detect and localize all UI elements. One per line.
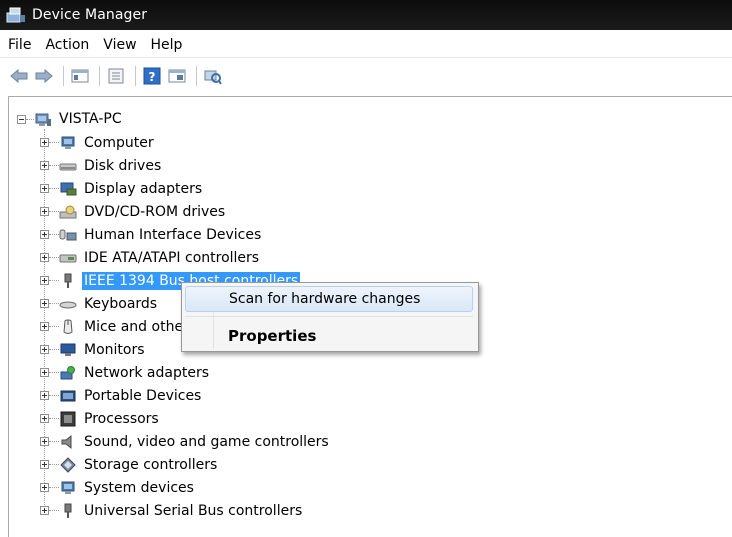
- tree-item-usb-controllers[interactable]: Universal Serial Bus controllers: [40, 499, 331, 522]
- expand-icon[interactable]: [40, 276, 49, 285]
- tree-item-dvd-cd-rom-drives[interactable]: DVD/CD-ROM drives: [40, 200, 331, 223]
- computer-icon: [59, 134, 77, 152]
- tree-item-network-adapters[interactable]: Network adapters: [40, 361, 331, 384]
- storage-controller-icon: [59, 456, 77, 474]
- expand-icon[interactable]: [40, 299, 49, 308]
- expand-icon[interactable]: [40, 161, 49, 170]
- hid-icon: [59, 226, 77, 244]
- forward-arrow-icon[interactable]: [33, 65, 55, 87]
- view-icon[interactable]: [166, 65, 188, 87]
- menu-action[interactable]: Action: [45, 37, 89, 53]
- tree-item-label: Computer: [84, 134, 154, 151]
- monitor-icon: [59, 341, 77, 359]
- expand-icon[interactable]: [40, 391, 49, 400]
- tree-item-label: IDE ATA/ATAPI controllers: [84, 249, 260, 266]
- tree-item-label: Human Interface Devices: [84, 226, 262, 243]
- dvd-drive-icon: [59, 203, 77, 221]
- toolbar-separator: [63, 66, 64, 86]
- expand-icon[interactable]: [40, 253, 49, 262]
- expand-icon[interactable]: [40, 437, 49, 446]
- menu-view[interactable]: View: [103, 37, 136, 53]
- tree-item-disk-drives[interactable]: Disk drives: [40, 154, 331, 177]
- computer-tree-root-icon: [34, 110, 52, 128]
- console-tree-icon[interactable]: [69, 65, 91, 87]
- tree-item-label: Network adapters: [84, 364, 209, 381]
- properties-icon[interactable]: [105, 65, 127, 87]
- tree-item-human-interface-devices[interactable]: Human Interface Devices: [40, 223, 331, 246]
- tree-item-processors[interactable]: Processors: [40, 407, 331, 430]
- tree-root-label: VISTA-PC: [59, 111, 122, 127]
- tree-item-portable-devices[interactable]: Portable Devices: [40, 384, 331, 407]
- menu-help[interactable]: Help: [151, 37, 183, 53]
- tree-item-label: Storage controllers: [84, 456, 218, 473]
- tree-item-storage-controllers[interactable]: Storage controllers: [40, 453, 331, 476]
- toolbar-separator: [135, 66, 136, 86]
- keyboard-icon: [59, 295, 77, 313]
- tree-item-computer[interactable]: Computer: [40, 131, 331, 154]
- toolbar-separator: [99, 66, 100, 86]
- expand-icon[interactable]: [40, 414, 49, 423]
- context-menu: Scan for hardware changes Properties: [181, 282, 479, 352]
- tree-item-label: Monitors: [84, 341, 145, 358]
- usb-icon: [59, 502, 77, 520]
- display-adapter-icon: [59, 180, 77, 198]
- tree-item-label: System devices: [84, 479, 194, 496]
- tree-item-label: Universal Serial Bus controllers: [84, 502, 303, 519]
- tree-item-system-devices[interactable]: System devices: [40, 476, 331, 499]
- toolbar-separator: [196, 66, 197, 86]
- tree-item-display-adapters[interactable]: Display adapters: [40, 177, 331, 200]
- processor-icon: [59, 410, 77, 428]
- expand-icon[interactable]: [40, 138, 49, 147]
- properties-menu-item[interactable]: Properties: [185, 323, 473, 349]
- expand-icon[interactable]: [40, 230, 49, 239]
- tree-item-label: Processors: [84, 410, 159, 427]
- tree-item-sound-video-game[interactable]: Sound, video and game controllers: [40, 430, 331, 453]
- ide-controller-icon: [59, 249, 77, 267]
- menu-bar: File Action View Help: [0, 32, 732, 58]
- firewire-icon: [59, 272, 77, 290]
- back-arrow-icon[interactable]: [8, 65, 30, 87]
- tree-item-label: Portable Devices: [84, 387, 202, 404]
- mouse-icon: [59, 318, 77, 336]
- menu-file[interactable]: File: [8, 37, 31, 53]
- scan-for-hardware-changes-menu-item[interactable]: Scan for hardware changes: [185, 286, 473, 312]
- expand-icon[interactable]: [40, 184, 49, 193]
- system-device-icon: [59, 479, 77, 497]
- device-manager-icon: [6, 7, 25, 23]
- expand-icon[interactable]: [40, 207, 49, 216]
- window-title: Device Manager: [32, 7, 148, 23]
- tree-item-label: Sound, video and game controllers: [84, 433, 329, 450]
- expand-icon[interactable]: [40, 322, 49, 331]
- portable-device-icon: [59, 387, 77, 405]
- help-icon[interactable]: ?: [141, 65, 163, 87]
- tree-item-label: DVD/CD-ROM drives: [84, 203, 226, 220]
- sound-icon: [59, 433, 77, 451]
- expand-icon[interactable]: [40, 368, 49, 377]
- tree-item-label: Keyboards: [84, 295, 158, 312]
- collapse-icon[interactable]: [17, 114, 26, 124]
- title-bar: Device Manager: [0, 0, 732, 30]
- svg-text:?: ?: [149, 70, 156, 84]
- expand-icon[interactable]: [40, 483, 49, 492]
- expand-icon[interactable]: [40, 345, 49, 354]
- expand-icon[interactable]: [40, 506, 49, 515]
- tree-item-label: Display adapters: [84, 180, 203, 197]
- context-menu-separator: [185, 316, 473, 317]
- toolbar: ?: [0, 60, 732, 92]
- scan-hardware-icon[interactable]: [202, 65, 224, 87]
- tree-item-ide-ata-atapi-controllers[interactable]: IDE ATA/ATAPI controllers: [40, 246, 331, 269]
- tree-root-vista-pc[interactable]: VISTA-PC: [17, 109, 124, 129]
- network-adapter-icon: [59, 364, 77, 382]
- disk-drive-icon: [59, 157, 77, 175]
- expand-icon[interactable]: [40, 460, 49, 469]
- tree-item-label: Disk drives: [84, 157, 162, 174]
